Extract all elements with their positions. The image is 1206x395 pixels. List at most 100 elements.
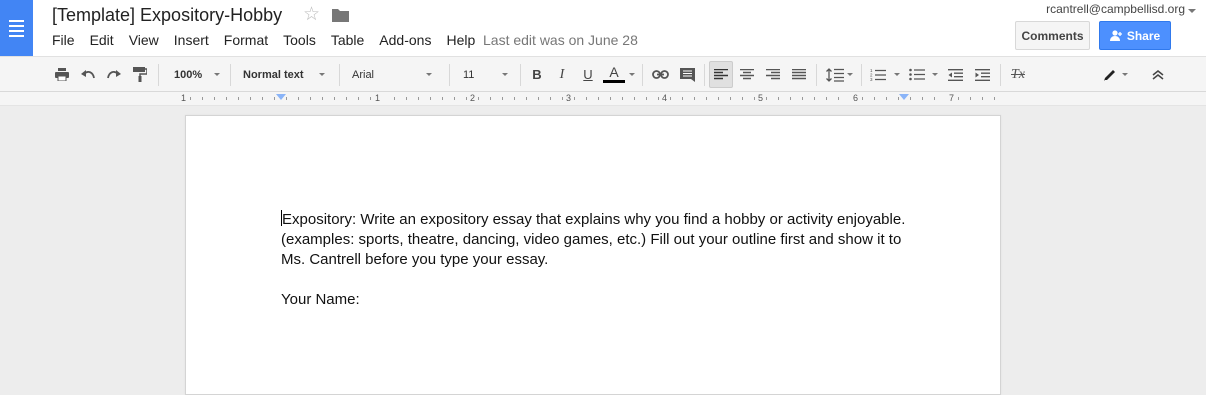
menu-table[interactable]: Table [331,32,364,48]
share-button[interactable]: Share [1099,21,1171,50]
paragraph-your-name[interactable]: Your Name: [281,290,911,310]
document-body[interactable]: Expository: Write an expository essay th… [281,210,911,310]
ruler-tick [478,97,479,100]
text-color-swatch [603,80,625,83]
formatting-toolbar: 100% Normal text Arial 11 B I U A 1 2 3 … [0,56,1206,92]
menu-view[interactable]: View [129,32,159,48]
print-icon[interactable] [52,57,72,92]
ruler-tick [526,97,527,100]
ruler-tick [346,97,347,100]
ruler-tick [898,97,899,100]
paint-format-icon[interactable] [130,57,150,92]
font-family-value: Arial [352,68,375,81]
ruler-tick [718,97,719,100]
ruler-tick [742,97,743,100]
menu-tools[interactable]: Tools [283,32,316,48]
ruler-tick [706,97,707,100]
comments-button[interactable]: Comments [1015,21,1090,50]
ruler-tick [982,97,983,100]
underline-button[interactable]: U [579,57,597,92]
ruler-tick [682,97,683,100]
ruler-tick [994,97,995,100]
document-title[interactable]: [Template] Expository-Hobby [52,5,282,26]
link-icon[interactable] [650,57,670,92]
decrease-indent-icon[interactable] [944,57,966,92]
font-size-value: 11 [463,68,475,81]
last-edit-link[interactable]: Last edit was on June 28 [483,32,638,48]
ruler-tick [502,97,503,100]
ruler-tick [838,97,839,100]
menu-file[interactable]: File [52,32,75,48]
docs-home-icon[interactable] [0,0,33,56]
ruler-tick [598,97,599,100]
right-indent-marker[interactable] [899,94,909,100]
bold-button[interactable]: B [528,57,546,92]
ruler-tick [310,97,311,100]
bulleted-list-icon[interactable] [906,57,940,92]
ruler-tick [694,97,695,100]
text-color-button[interactable]: A [602,57,636,92]
paragraph-style-value: Normal text [243,68,304,81]
font-family-select[interactable]: Arial [352,57,436,92]
account-email[interactable]: rcantrell@campbellisd.org [1046,2,1185,16]
ruler-tick [358,97,359,100]
account-caret-icon[interactable] [1188,9,1196,13]
ruler-tick [970,97,971,100]
ruler-tick [454,97,455,100]
ruler-tick [862,97,863,100]
menu-help[interactable]: Help [446,32,475,48]
ruler[interactable]: 1 1 2 3 4 5 6 7 [0,92,1206,106]
document-page[interactable]: Expository: Write an expository essay th… [185,115,1001,395]
ruler-tick [802,97,803,100]
ruler-tick [514,97,515,100]
ruler-tick [574,97,575,100]
paragraph-prompt[interactable]: Expository: Write an expository essay th… [281,210,911,270]
ruler-tick [874,97,875,100]
editing-pencil-icon[interactable] [1098,57,1132,92]
ruler-tick [442,97,443,100]
align-right-icon[interactable] [763,57,783,92]
align-center-icon[interactable] [737,57,757,92]
clear-formatting-icon[interactable]: Tx [1006,57,1030,92]
comment-icon[interactable] [677,57,697,92]
app-header: [Template] Expository-Hobby ☆ File Edit … [0,0,1206,56]
ruler-label: 5 [758,93,764,103]
ruler-tick [622,97,623,100]
align-left-icon[interactable] [709,61,733,88]
person-icon [1109,30,1122,41]
ruler-tick [226,97,227,100]
ruler-tick [550,97,551,100]
ruler-tick [334,97,335,100]
ruler-tick [214,97,215,100]
paragraph-style-select[interactable]: Normal text [243,57,327,92]
numbered-list-icon[interactable]: 123 [869,57,901,92]
ruler-tick [202,97,203,100]
folder-icon[interactable] [332,8,349,22]
ruler-tick [238,97,239,100]
collapse-toolbar-icon[interactable] [1147,57,1169,92]
ruler-tick [826,97,827,100]
redo-icon[interactable] [104,57,124,92]
menu-format[interactable]: Format [224,32,268,48]
ruler-tick [538,97,539,100]
line-spacing-icon[interactable] [823,57,855,92]
ruler-tick [670,97,671,100]
menu-addons[interactable]: Add-ons [379,32,431,48]
increase-indent-icon[interactable] [971,57,993,92]
ruler-tick [754,97,755,100]
ruler-tick [274,97,275,100]
ruler-label: 6 [853,93,859,103]
ruler-tick [286,97,287,100]
font-size-select[interactable]: 11 [463,57,511,92]
undo-icon[interactable] [78,57,98,92]
ruler-tick [466,97,467,100]
ruler-label: 3 [566,93,572,103]
menu-edit[interactable]: Edit [90,32,114,48]
ruler-tick [322,97,323,100]
italic-button[interactable]: I [553,57,571,92]
star-icon[interactable]: ☆ [303,3,320,26]
menu-insert[interactable]: Insert [174,32,209,48]
justify-icon[interactable] [789,57,809,92]
left-indent-marker[interactable] [276,94,286,100]
zoom-select[interactable]: 100% [174,57,224,92]
